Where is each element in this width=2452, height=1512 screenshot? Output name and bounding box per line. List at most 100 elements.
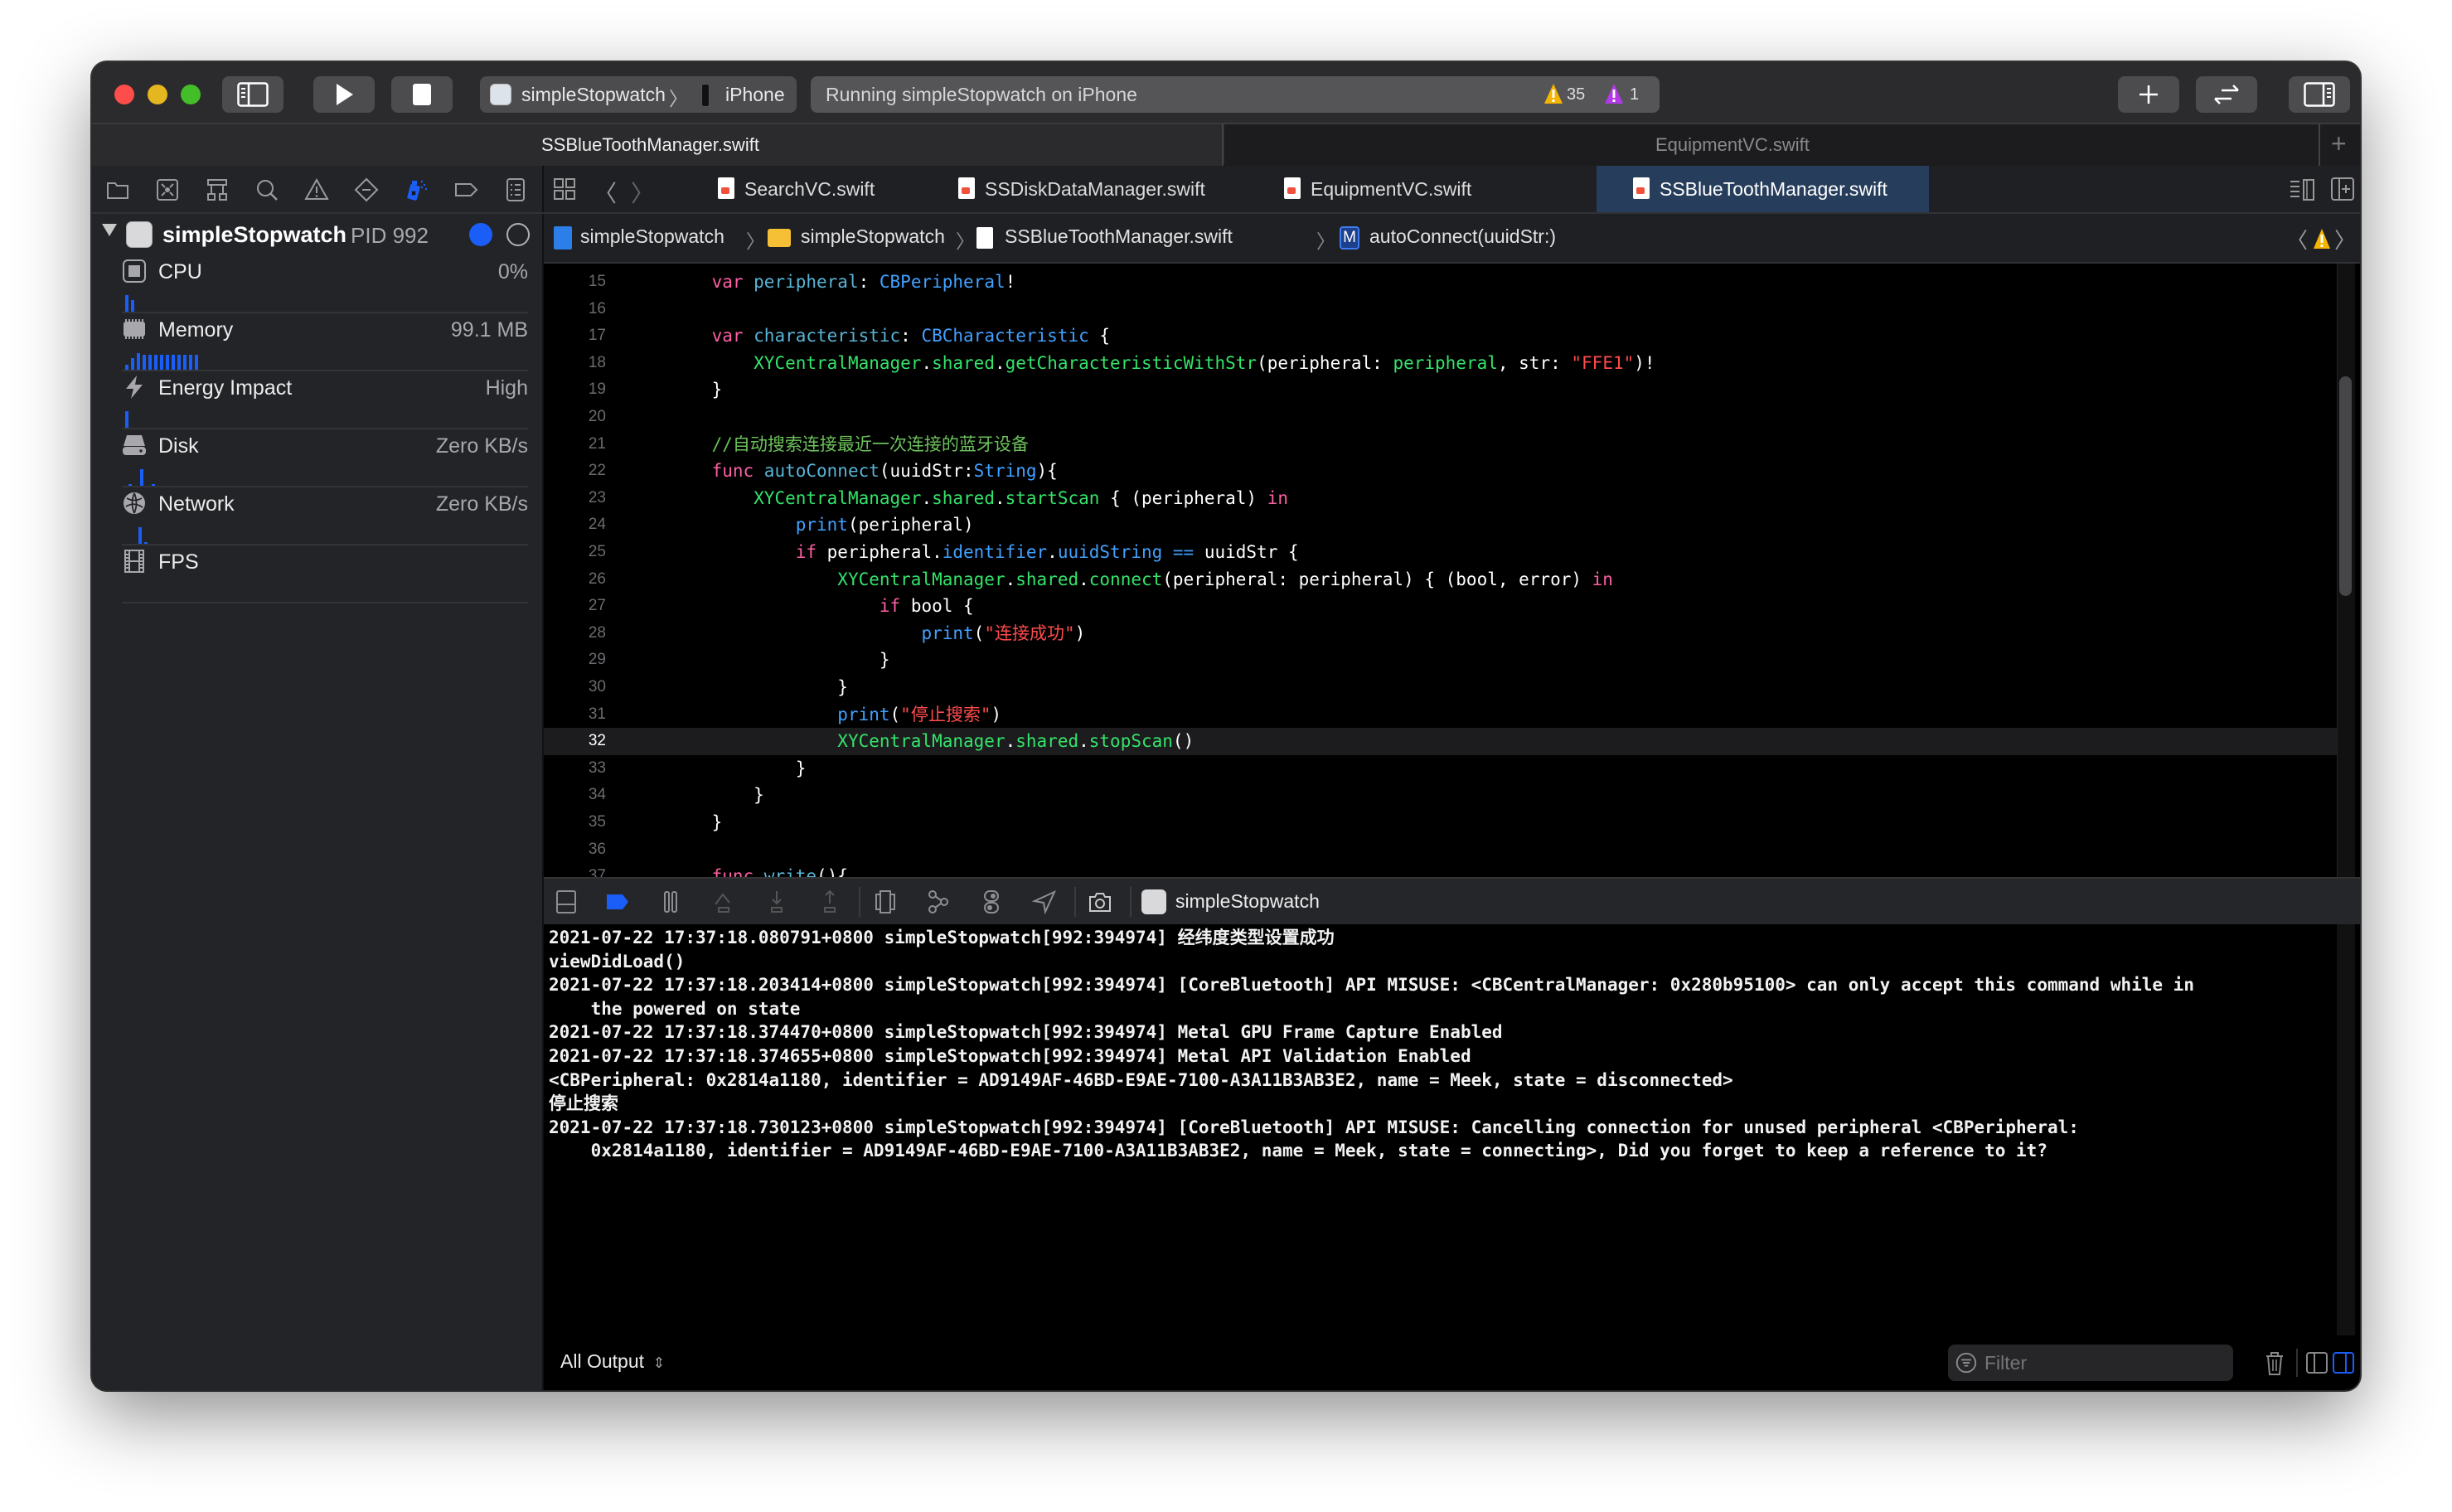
- gauge-network[interactable]: Network Zero KB/s: [122, 487, 528, 545]
- warning-icon[interactable]: [2313, 228, 2331, 250]
- console-filter[interactable]: [1948, 1345, 2233, 1381]
- code-line[interactable]: 36: [544, 836, 2343, 864]
- code-line[interactable]: 15 var peripheral: CBPeripheral!: [544, 269, 2343, 296]
- code-line[interactable]: 24 print(peripheral): [544, 511, 2343, 539]
- console-output[interactable]: 2021-07-22 17:37:18.080791+0800 simpleSt…: [544, 924, 2360, 1335]
- window-tab-right[interactable]: EquipmentVC.swift: [1224, 124, 2319, 166]
- code-editor[interactable]: 37 func write(){36 35 } 34 } 33 } 32 XYCentr…: [544, 264, 2360, 877]
- breadcrumb-file[interactable]: SSBlueToothManager.swift: [976, 225, 1233, 249]
- line-number[interactable]: 22: [544, 458, 606, 485]
- code-line[interactable]: 20: [544, 404, 2343, 431]
- close-window-button[interactable]: [114, 85, 134, 104]
- issue-navigator-icon[interactable]: [304, 177, 329, 202]
- report-navigator-icon[interactable]: [503, 177, 528, 202]
- line-number[interactable]: 29: [544, 647, 606, 674]
- gauge-memory[interactable]: Memory 99.1 MB: [122, 313, 528, 371]
- add-tab-button[interactable]: +: [2319, 124, 2360, 166]
- console-scrollbar-track[interactable]: [2337, 924, 2355, 1335]
- library-button[interactable]: [2118, 76, 2179, 113]
- console-filter-input[interactable]: [1984, 1350, 2217, 1375]
- run-button[interactable]: [313, 76, 375, 113]
- code-line[interactable]: 21 //自动搜索连接最近一次连接的蓝牙设备: [544, 431, 2343, 458]
- code-line[interactable]: 18 XYCentralManager.shared.getCharacteri…: [544, 350, 2343, 377]
- debug-process-label[interactable]: simpleStopwatch: [1175, 890, 1320, 913]
- symbol-navigator-icon[interactable]: [205, 177, 230, 202]
- code-line[interactable]: 22 func autoConnect(uuidStr:String){: [544, 458, 2343, 485]
- pause-process-icon[interactable]: [506, 223, 530, 246]
- toggle-navigator-button[interactable]: [222, 76, 283, 113]
- warnings-count[interactable]: 35: [1567, 85, 1585, 104]
- code-line[interactable]: 29 }: [544, 647, 2343, 674]
- line-number[interactable]: 28: [544, 620, 606, 647]
- code-line[interactable]: 23 XYCentralManager.shared.startScan { (…: [544, 485, 2343, 512]
- line-number[interactable]: 18: [544, 350, 606, 377]
- warning-icon[interactable]: [1543, 83, 1563, 109]
- test-navigator-icon[interactable]: [354, 177, 379, 202]
- line-number[interactable]: 16: [544, 296, 606, 323]
- gauge-icon[interactable]: [469, 223, 492, 246]
- next-issue-button[interactable]: 〉: [2334, 224, 2356, 254]
- environment-overrides-icon[interactable]: [979, 889, 1004, 914]
- code-line[interactable]: 35 }: [544, 809, 2343, 836]
- window-tab-left[interactable]: SSBlueToothManager.swift: [92, 124, 1224, 166]
- line-number[interactable]: 24: [544, 511, 606, 539]
- code-line[interactable]: 26 XYCentralManager.shared.connect(perip…: [544, 566, 2343, 594]
- code-line[interactable]: 28 print("连接成功"): [544, 620, 2343, 647]
- line-number[interactable]: 27: [544, 593, 606, 620]
- gauge-disk[interactable]: Disk Zero KB/s: [122, 429, 528, 487]
- code-line[interactable]: 32 XYCentralManager.shared.stopScan(): [544, 728, 2343, 755]
- code-line[interactable]: 30 }: [544, 674, 2343, 701]
- breakpoint-navigator-icon[interactable]: [453, 177, 478, 202]
- line-number[interactable]: 21: [544, 431, 606, 458]
- code-line[interactable]: 16: [544, 296, 2343, 323]
- breadcrumb-folder[interactable]: simpleStopwatch: [768, 225, 945, 248]
- disclosure-triangle-icon[interactable]: [102, 224, 117, 236]
- step-into-icon[interactable]: [764, 889, 789, 914]
- line-number[interactable]: 15: [544, 269, 606, 296]
- gauge-cpu[interactable]: CPU 0%: [122, 255, 528, 313]
- minimize-window-button[interactable]: [148, 85, 167, 104]
- add-editor-icon[interactable]: [2331, 177, 2354, 201]
- source-control-icon[interactable]: [155, 177, 180, 202]
- breadcrumb-project[interactable]: simpleStopwatch: [554, 225, 724, 250]
- gauge-fps[interactable]: FPS: [122, 545, 528, 603]
- line-number[interactable]: 30: [544, 674, 606, 701]
- code-line[interactable]: 19 }: [544, 376, 2343, 404]
- device-name[interactable]: iPhone: [725, 84, 785, 106]
- hide-debug-area-icon[interactable]: [554, 889, 579, 914]
- toggle-inspector-button[interactable]: [2289, 76, 2350, 113]
- step-over-icon[interactable]: [711, 889, 736, 914]
- pause-icon[interactable]: [658, 889, 683, 914]
- editor-scrollbar-thumb[interactable]: [2339, 376, 2352, 596]
- breakpoints-toggle-icon[interactable]: [605, 889, 630, 914]
- stop-button[interactable]: [391, 76, 453, 113]
- editor-options-icon[interactable]: [2290, 179, 2319, 201]
- code-line[interactable]: 17 var characteristic: CBCharacteristic …: [544, 322, 2343, 350]
- related-items-icon[interactable]: [554, 178, 575, 200]
- line-number[interactable]: 36: [544, 836, 606, 864]
- line-number[interactable]: 26: [544, 566, 606, 594]
- output-selector[interactable]: All Output ⇕: [560, 1350, 665, 1373]
- show-variables-view-icon[interactable]: [2306, 1352, 2328, 1374]
- line-number[interactable]: 20: [544, 404, 606, 431]
- line-number[interactable]: 31: [544, 701, 606, 729]
- code-line[interactable]: 37 func write(){: [544, 863, 2343, 877]
- previous-issue-button[interactable]: 〈: [2286, 224, 2308, 254]
- step-out-icon[interactable]: [817, 889, 842, 914]
- forward-button[interactable]: 〉: [631, 176, 654, 209]
- trash-icon[interactable]: [2265, 1351, 2285, 1376]
- gauge-energy[interactable]: Energy Impact High: [122, 371, 528, 429]
- zoom-window-button[interactable]: [181, 85, 201, 104]
- line-number[interactable]: 35: [544, 809, 606, 836]
- code-line[interactable]: 25 if peripheral.identifier.uuidString =…: [544, 539, 2343, 566]
- code-review-button[interactable]: [2196, 76, 2257, 113]
- code-line[interactable]: 31 print("停止搜索"): [544, 701, 2343, 729]
- code-line[interactable]: 27 if bool {: [544, 593, 2343, 620]
- camera-icon[interactable]: [1088, 889, 1112, 914]
- view-debugger-icon[interactable]: [873, 889, 898, 914]
- back-button[interactable]: 〈: [594, 176, 617, 209]
- code-line[interactable]: 34 }: [544, 782, 2343, 809]
- show-console-view-icon[interactable]: [2333, 1352, 2354, 1374]
- simulate-location-icon[interactable]: [1032, 889, 1057, 914]
- line-number[interactable]: 25: [544, 539, 606, 566]
